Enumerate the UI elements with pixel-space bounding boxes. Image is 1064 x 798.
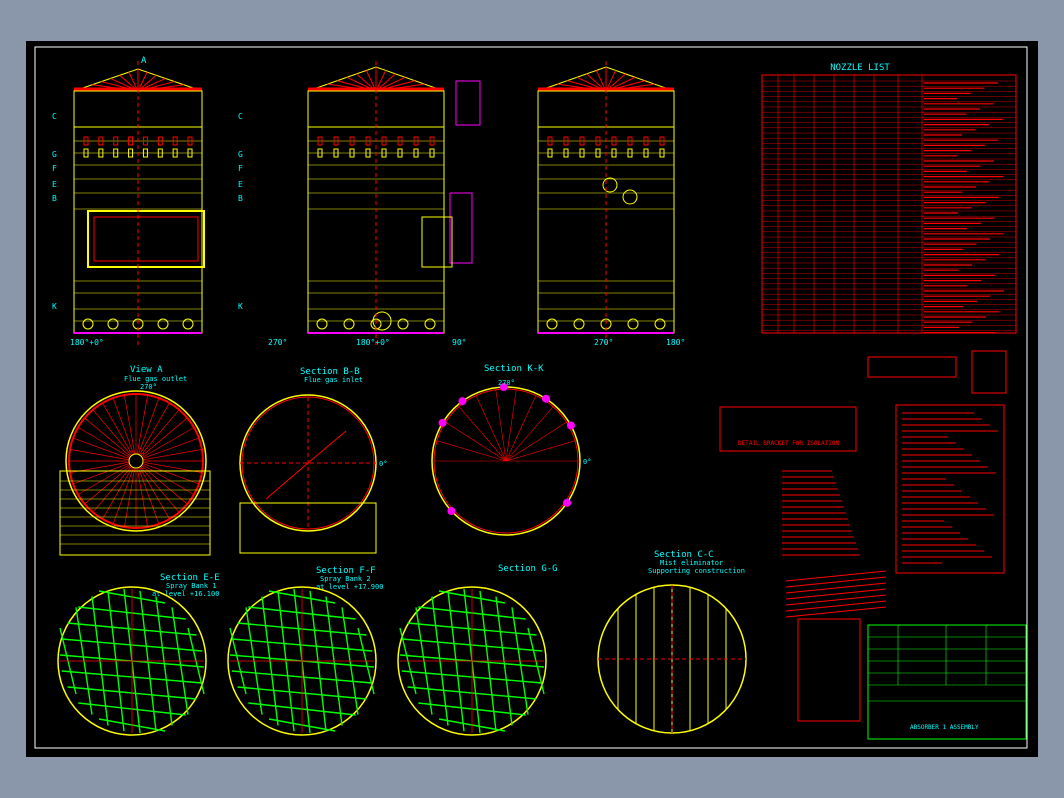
elevation-view-2: 180°+0° 270° 90° C G F E B K	[238, 61, 481, 347]
elev2-letter-g: G	[238, 150, 243, 159]
elev1-bottom-label: 180°+0°	[70, 338, 104, 347]
elev1-letter-g: G	[52, 150, 57, 159]
section-ee-plan: Section E-E Spray Bank 1 at level +16.10…	[57, 573, 220, 736]
notes-area: DETAIL BRACKET FOR ISOLATION	[719, 350, 1007, 722]
section-kk-deg-270: 270°	[498, 379, 515, 387]
section-bb-plan: Section B-B Flue gas inlet 0°	[239, 367, 387, 554]
nozzle-list-title: NOZZLE LIST	[830, 63, 890, 73]
view-a-subtitle: Flue gas outlet	[124, 375, 187, 383]
drawing-sheet: 180°+0° A C G F E B K 180°+0° 270° 90° C…	[26, 41, 1038, 757]
section-ff-sub1: Spray Bank 2	[320, 575, 371, 583]
elev3-deg-180: 180°	[666, 338, 685, 347]
section-bb-deg-0: 0°	[379, 460, 387, 468]
elev2-deg-90: 90°	[452, 338, 466, 347]
section-ff-plan: Section F-F Spray Bank 2 at level +17.90…	[227, 566, 383, 736]
elev2-deg-270: 270°	[268, 338, 287, 347]
section-ee-sub1: Spray Bank 1	[166, 582, 217, 590]
view-a-plan: View A Flue gas outlet 270°	[59, 365, 211, 556]
detail-title: DETAIL BRACKET FOR ISOLATION	[738, 440, 840, 447]
cad-drawing: 180°+0° A C G F E B K 180°+0° 270° 90° C…	[34, 46, 1028, 749]
section-kk-plan: Section K-K 270° 0°	[431, 364, 591, 536]
elev1-letter-e: E	[52, 180, 57, 189]
section-gg-title: Section G-G	[498, 564, 558, 574]
title-block-name: ABSORBER 1 ASSEMBLY	[910, 724, 979, 731]
elev1-letter-b: B	[52, 194, 57, 203]
section-ff-sub2: at level +17.900	[316, 583, 383, 591]
elev2-letter-c: C	[238, 112, 243, 121]
roof-truss-1	[74, 69, 202, 92]
elev3-deg-270: 270°	[594, 338, 613, 347]
elevation-view-1: 180°+0° A C G F E B K	[52, 56, 205, 347]
elev1-letter-c: C	[52, 112, 57, 121]
section-bb-subtitle: Flue gas inlet	[304, 376, 363, 384]
elev1-letter-f: F	[52, 164, 57, 173]
elev2-letter-f: F	[238, 164, 243, 173]
elev1-letter-k: K	[52, 302, 57, 311]
elev2-letter-e: E	[238, 180, 243, 189]
elev2-letter-k: K	[238, 302, 243, 311]
view-a-title: View A	[130, 365, 163, 375]
view-a-deg-270: 270°	[140, 383, 157, 391]
section-gg-plan: Section G-G	[397, 564, 558, 736]
elevation-view-3: 270° 180°	[537, 61, 685, 347]
title-block: ABSORBER 1 ASSEMBLY	[867, 624, 1027, 740]
section-kk-deg-0: 0°	[583, 458, 591, 466]
nozzle-list-table: NOZZLE LIST	[761, 63, 1017, 334]
elev2-bottom-label: 180°+0°	[356, 338, 390, 347]
section-cc-sub1: Mist eliminator	[660, 559, 723, 567]
section-kk-title: Section K-K	[484, 364, 544, 374]
elev1-letter-a: A	[141, 56, 147, 66]
elev2-letter-b: B	[238, 194, 243, 203]
section-cc-sub2: Supporting construction	[648, 567, 745, 575]
section-cc-plan: Section C-C Mist eliminator Supporting c…	[597, 550, 747, 734]
